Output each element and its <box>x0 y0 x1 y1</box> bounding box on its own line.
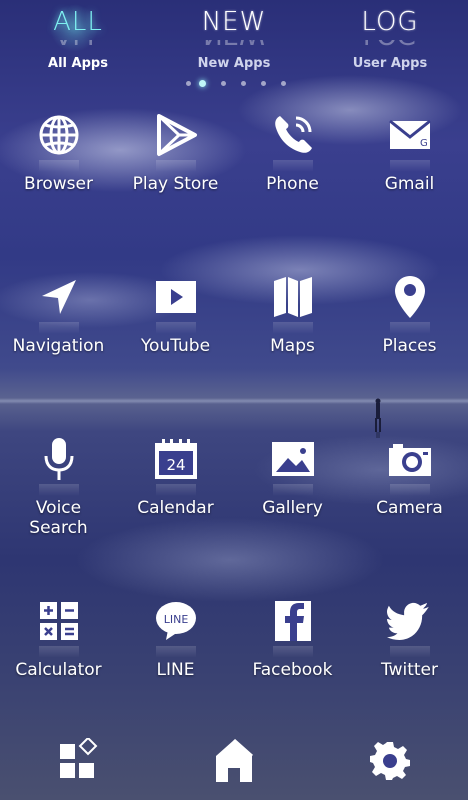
picture-icon <box>263 434 323 484</box>
app-gallery[interactable]: Gallery <box>234 434 351 518</box>
page-dot-6 <box>186 81 191 86</box>
tab-all-reflection: ALL <box>18 40 138 52</box>
app-label: Camera <box>376 498 443 518</box>
map-pin-icon <box>380 272 440 322</box>
app-facebook[interactable]: Facebook <box>234 596 351 680</box>
icon-reflection <box>263 646 323 658</box>
icon-reflection <box>29 160 89 172</box>
home-button[interactable] <box>204 738 264 798</box>
icon-reflection <box>146 160 206 172</box>
line-icon: LINE <box>146 596 206 646</box>
app-drawer-button[interactable] <box>48 736 108 798</box>
app-label: YouTube <box>140 336 211 356</box>
tab-bar: ALL ALL All Apps NEW NEW New Apps LOG LO… <box>0 0 468 80</box>
app-phone[interactable]: Phone <box>234 110 351 194</box>
twitter-bird-icon <box>380 596 440 646</box>
page-dot-3 <box>241 81 246 86</box>
tab-log[interactable]: LOG LOG User Apps <box>330 4 450 71</box>
app-label: Gallery <box>262 498 323 518</box>
tab-all-label: All Apps <box>48 56 108 71</box>
person-silhouette <box>373 398 381 438</box>
app-label: Navigation <box>12 336 105 356</box>
tab-log-label: User Apps <box>352 56 428 71</box>
calendar-icon: 24 <box>146 434 206 484</box>
page-dot-2 <box>221 81 226 86</box>
gear-icon <box>370 738 410 798</box>
tab-new-title: NEW <box>201 7 267 37</box>
app-label: LINE <box>156 660 195 680</box>
app-navigation[interactable]: Navigation <box>0 272 117 356</box>
settings-button[interactable] <box>360 738 420 798</box>
app-label: Gmail <box>384 174 435 194</box>
app-label: Places <box>382 336 437 356</box>
icon-reflection <box>29 484 89 496</box>
tab-all-title: ALL <box>53 7 103 37</box>
app-label: Play Store <box>132 174 219 194</box>
app-label: Calendar <box>137 498 214 518</box>
microphone-icon <box>29 434 89 484</box>
icon-reflection <box>263 322 323 334</box>
app-label: Phone <box>266 174 319 194</box>
tab-new-label: New Apps <box>197 56 271 71</box>
app-calculator[interactable]: Calculator <box>0 596 117 680</box>
app-drawer-icon <box>58 736 98 798</box>
app-voice-search[interactable]: Voice Search <box>0 434 117 538</box>
calculator-icon <box>29 596 89 646</box>
dock <box>0 730 468 800</box>
app-label: Facebook <box>252 660 333 680</box>
phone-icon <box>263 110 323 160</box>
app-label: Voice Search <box>29 498 88 538</box>
map-icon <box>263 272 323 322</box>
globe-icon <box>29 110 89 160</box>
app-calendar[interactable]: 24 Calendar <box>117 434 234 518</box>
icon-reflection <box>380 646 440 658</box>
page-dot-4 <box>261 81 266 86</box>
icon-reflection <box>263 484 323 496</box>
app-label: Maps <box>270 336 315 356</box>
gmail-glyph: G <box>420 138 428 149</box>
icon-reflection <box>380 322 440 334</box>
horizon-line <box>0 398 468 404</box>
app-places[interactable]: Places <box>351 272 468 356</box>
tab-all[interactable]: ALL ALL All Apps <box>18 4 138 71</box>
app-label: Twitter <box>381 660 438 680</box>
tab-new-reflection: NEW <box>174 40 294 52</box>
icon-reflection <box>146 322 206 334</box>
app-maps[interactable]: Maps <box>234 272 351 356</box>
page-dot-5 <box>281 81 286 86</box>
app-browser[interactable]: Browser <box>0 110 117 194</box>
app-youtube[interactable]: YouTube <box>117 272 234 356</box>
play-store-icon <box>146 110 206 160</box>
icon-reflection <box>263 160 323 172</box>
app-twitter[interactable]: Twitter <box>351 596 468 680</box>
calendar-date: 24 <box>166 456 185 474</box>
line-badge-text: LINE <box>163 613 188 626</box>
navigation-arrow-icon <box>29 272 89 322</box>
icon-reflection <box>29 322 89 334</box>
app-label: Calculator <box>15 660 102 680</box>
icon-reflection <box>146 484 206 496</box>
icon-reflection <box>29 646 89 658</box>
icon-reflection <box>380 484 440 496</box>
page-dot-1 <box>199 80 206 87</box>
camera-icon <box>380 434 440 484</box>
youtube-icon <box>146 272 206 322</box>
icon-reflection <box>146 646 206 658</box>
home-icon <box>214 738 254 798</box>
facebook-icon <box>263 596 323 646</box>
tab-log-title: LOG <box>361 7 419 37</box>
app-play-store[interactable]: Play Store <box>117 110 234 194</box>
app-camera[interactable]: Camera <box>351 434 468 518</box>
mail-icon: G <box>380 110 440 160</box>
tab-log-reflection: LOG <box>330 40 450 52</box>
page-indicator <box>0 80 468 88</box>
app-label: Browser <box>24 174 93 194</box>
app-gmail[interactable]: G Gmail <box>351 110 468 194</box>
tab-new[interactable]: NEW NEW New Apps <box>174 4 294 71</box>
icon-reflection <box>380 160 440 172</box>
app-line[interactable]: LINE LINE <box>117 596 234 680</box>
